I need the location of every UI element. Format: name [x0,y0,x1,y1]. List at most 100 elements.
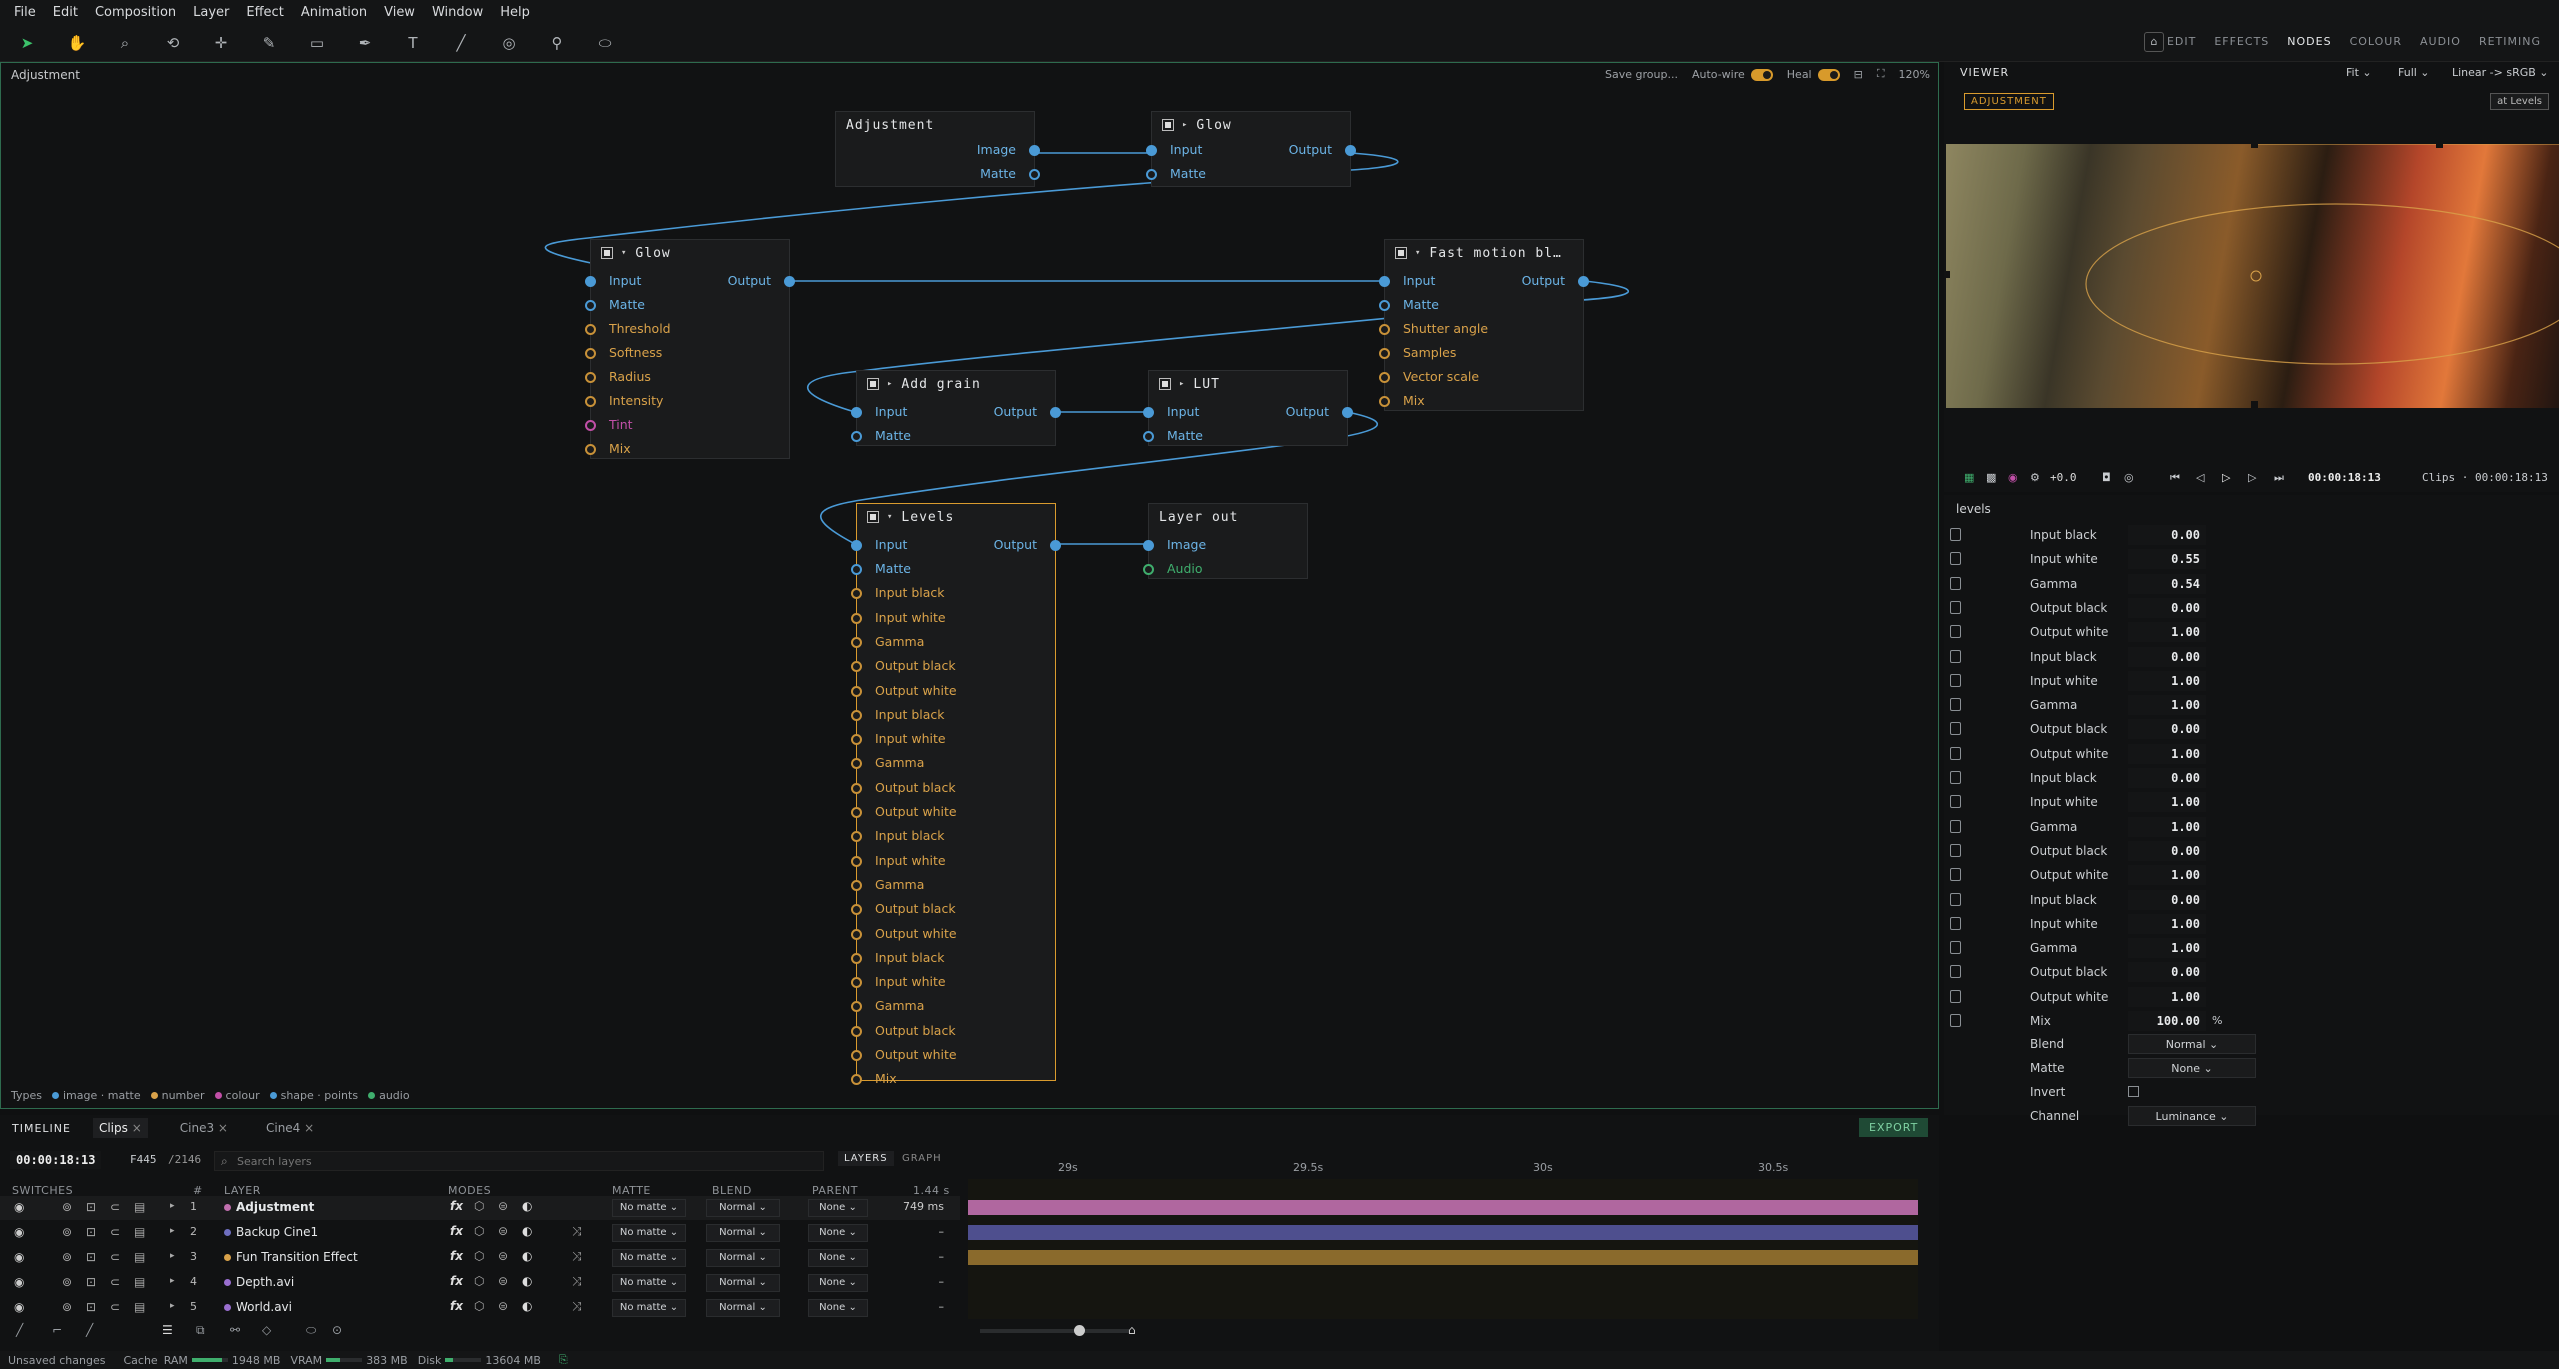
expand-icon[interactable]: ▸ [170,1301,175,1311]
fx-icon[interactable]: fx [450,1249,463,1263]
visibility-eye-icon[interactable]: ◉ [14,1250,24,1264]
layer-row[interactable]: ◉ ⊚ ⊡ ⊂ ▤ ▸ 3 Fun Transition Effect fx ⬡ ⊜ ◐ ⤨ No mat… [0,1246,960,1270]
fx-icon[interactable]: fx [450,1299,463,1313]
fx-layer-icon[interactable]: ▤ [134,1250,145,1264]
motion-blur-icon[interactable]: ⊜ [498,1249,508,1263]
lock-icon[interactable]: ⊡ [86,1300,96,1314]
input-port[interactable] [851,636,862,648]
property-value-field[interactable]: 0.00 [2128,525,2206,545]
input-port[interactable] [851,782,862,794]
search-layers-field[interactable]: ⌕ [214,1151,824,1171]
tab-retiming[interactable]: RETIMING [2479,35,2541,48]
layer-name[interactable]: Depth.avi [236,1275,294,1289]
keyframe-icon[interactable] [1950,576,1961,590]
node-glow[interactable]: ▾ Glow Input Output Matte Threshold Softne… [585,239,795,459]
keyframe-icon[interactable] [1950,843,1961,857]
output-port[interactable] [1578,276,1589,287]
input-port[interactable] [851,855,862,867]
output-port[interactable] [784,276,795,287]
fx-layer-icon[interactable]: ▤ [134,1275,145,1289]
snapshot-icon[interactable]: ◘ [2102,471,2111,484]
zoom-slider[interactable] [980,1325,1130,1336]
parent-dropdown[interactable]: None ⌄ [808,1249,868,1267]
input-port[interactable] [1143,564,1154,575]
input-port[interactable] [585,444,596,455]
output-port[interactable] [1050,407,1061,418]
keyframe-icon[interactable] [1950,673,1961,687]
fx-layer-icon[interactable]: ▤ [134,1225,145,1239]
blend-dropdown[interactable]: Normal ⌄ [706,1199,780,1217]
tab-layers[interactable]: LAYERS [838,1151,894,1166]
pin-tool-icon[interactable]: ⚲ [546,32,568,54]
blend-dropdown[interactable]: Normal ⌄ [2128,1034,2256,1054]
layer-row[interactable]: ◉ ⊚ ⊡ ⊂ ▤ ▸ 4 Depth.avi fx ⬡ ⊜ ◐ ⤨ No matte ⌄ Normal ⌄… [0,1271,960,1295]
input-port[interactable] [851,807,862,818]
node-adjustment[interactable]: Adjustment Image Matte [835,111,1040,187]
tab-effects[interactable]: EFFECTS [2214,35,2269,48]
visibility-eye-icon[interactable]: ◉ [14,1225,24,1239]
input-port[interactable] [851,1001,862,1013]
menu-item[interactable]: Window [432,5,483,20]
home-icon[interactable]: ⌂ [1128,1323,1136,1337]
node-glow-collapsed[interactable]: ▸ Glow Input Output Matte [1146,111,1356,187]
expand-icon[interactable]: ▸ [170,1226,175,1236]
property-value-field[interactable]: 0.00 [2128,646,2206,667]
input-port[interactable] [585,300,596,311]
input-port[interactable] [585,396,596,407]
tab-nodes[interactable]: NODES [2287,35,2331,48]
input-port[interactable] [851,612,862,624]
node-layer-out[interactable]: Layer out Image Audio [1143,503,1308,579]
close-icon[interactable]: × [300,1121,314,1135]
input-port[interactable] [851,661,862,673]
keyframe-icon[interactable] [1950,552,1961,566]
property-value-field[interactable]: 100.00 [2128,1011,2206,1031]
fit-select[interactable]: Fit ⌄ [2346,66,2372,79]
solo-icon[interactable]: ⊚ [62,1300,72,1314]
input-port[interactable] [1143,540,1154,551]
fx-icon[interactable]: fx [450,1199,463,1213]
tab-edit[interactable]: EDIT [2167,35,2196,48]
menu-item[interactable]: File [14,5,36,20]
parent-dropdown[interactable]: None ⌄ [808,1299,868,1317]
lock-icon[interactable]: ⊡ [86,1200,96,1214]
layer-name[interactable]: Adjustment [236,1200,314,1214]
menu-item[interactable]: Layer [193,5,229,20]
layer-name[interactable]: Fun Transition Effect [236,1250,358,1264]
output-port[interactable] [1345,145,1356,156]
layer-row[interactable]: ◉ ⊚ ⊡ ⊂ ▤ ▸ 2 Backup Cine1 fx ⬡ ⊜ ◐ ⤨ No matte ⌄ Norma… [0,1221,960,1245]
motion-icon[interactable]: ⊂ [110,1275,120,1289]
layer-row[interactable]: ◉ ⊚ ⊡ ⊂ ▤ ▸ 1 Adjustment fx ⬡ ⊜ ◐ No matte ⌄ Normal ⌄… [0,1196,960,1220]
select-tool-icon[interactable]: ➤ [16,32,38,54]
enable-checkbox[interactable] [1395,247,1407,259]
fx-layer-icon[interactable]: ▤ [134,1200,145,1214]
collapse-icon[interactable]: ▾ [1415,248,1421,258]
node-levels[interactable]: ▾ Levels Input Output Matte Input black Inpu… [851,503,1061,1086]
loop-icon[interactable]: ⬭ [306,1323,316,1338]
blend-dropdown[interactable]: Normal ⌄ [706,1224,780,1242]
layer-clip-bar[interactable] [968,1225,1918,1240]
hand-tool-icon[interactable]: ✋ [66,32,88,54]
matte-dropdown[interactable]: No matte ⌄ [612,1224,686,1242]
input-port[interactable] [851,952,862,964]
input-port[interactable] [585,276,596,287]
solo-icon[interactable]: ⊚ [62,1250,72,1264]
close-icon[interactable]: × [128,1121,142,1135]
keyframe-icon[interactable] [1950,965,1961,979]
zoom-tool-icon[interactable]: ⌕ [114,32,136,54]
step-tool-icon[interactable]: ⌐ [52,1323,62,1337]
layer-name[interactable]: World.avi [236,1300,292,1314]
3d-icon[interactable]: ⬡ [474,1299,484,1313]
blend-dropdown[interactable]: Normal ⌄ [706,1274,780,1292]
input-port[interactable] [851,734,862,746]
shuffle-icon[interactable]: ⤨ [572,1224,582,1239]
motion-icon[interactable]: ⊂ [110,1225,120,1239]
keyframe-icon[interactable] [1950,795,1961,809]
pen-tool-icon[interactable]: ✒ [354,32,376,54]
matte-dropdown[interactable]: No matte ⌄ [612,1249,686,1267]
input-port[interactable] [851,904,862,916]
time-ruler[interactable]: 29s 29.5s 30s 30.5s [968,1159,1918,1179]
input-port[interactable] [585,324,596,335]
keyframe-icon[interactable] [1950,649,1961,663]
transform-gizmo[interactable] [1946,144,2559,408]
property-value-field[interactable]: 1.00 [2128,743,2206,764]
